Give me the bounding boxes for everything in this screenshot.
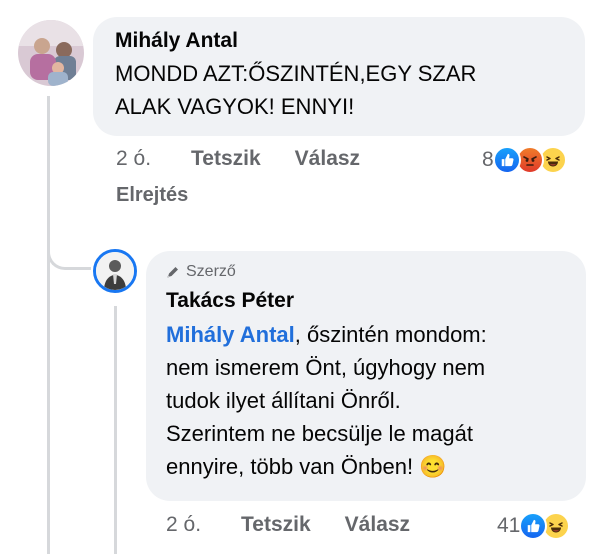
reaction-count: 8 [482, 148, 494, 171]
reply-thread-line [114, 306, 117, 554]
comment-bubble: Mihály Antal MONDD AZT:ŐSZINTÉN,EGY SZAR… [93, 17, 585, 136]
reply-actions: 2 ó. Tetszik Válasz [166, 513, 410, 537]
comment-text-line: ALAK VAGYOK! ENNYI! [115, 94, 355, 119]
pencil-icon [166, 265, 180, 279]
like-icon [492, 146, 521, 174]
author-badge-label: Szerző [186, 263, 236, 280]
author-badge: Szerző [166, 261, 566, 283]
comment-time[interactable]: 2 ó. [116, 147, 151, 171]
reply-text: Mihály Antal, őszintén mondom: nem ismer… [166, 318, 566, 483]
avatar-mihaly-antal[interactable] [18, 20, 84, 86]
reply-button[interactable]: Válasz [295, 147, 360, 171]
reaction-count: 41 [497, 514, 521, 537]
hide-replies-link[interactable]: Elrejtés [116, 184, 188, 207]
comment-author[interactable]: Mihály Antal [115, 27, 563, 55]
reply-text-line: Szerintem ne becsülje le magát [166, 421, 473, 446]
mention-link[interactable]: Mihály Antal [166, 322, 295, 347]
reply-text-line: tudok ilyet állítani Önről. [166, 388, 401, 413]
reply-bubble: Szerző Takács Péter Mihály Antal, őszint… [146, 251, 586, 501]
avatar-takacs-peter[interactable] [93, 249, 137, 293]
reply-reactions[interactable]: 41 [497, 512, 571, 540]
comment-text-line: MONDD AZT:ŐSZINTÉN,EGY SZAR [115, 61, 477, 86]
reply-button[interactable]: Válasz [345, 513, 410, 537]
reply-connector [47, 220, 91, 270]
like-button[interactable]: Tetszik [191, 147, 261, 171]
comment-text: MONDD AZT:ŐSZINTÉN,EGY SZAR ALAK VAGYOK!… [115, 57, 563, 123]
thread-line [47, 96, 50, 554]
reply-author[interactable]: Takács Péter [166, 287, 566, 315]
comment-actions: 2 ó. Tetszik Válasz [116, 147, 360, 171]
reply-text-line: nem ismerem Önt, úgyhogy nem [166, 355, 486, 380]
like-button[interactable]: Tetszik [241, 513, 311, 537]
reply-time[interactable]: 2 ó. [166, 513, 201, 537]
reply-text-line: , őszintén mondom: [294, 322, 487, 347]
like-icon [519, 512, 548, 540]
reply-text-line: ennyire, több van Önben! 😊 [166, 454, 447, 479]
comment-reactions[interactable]: 8 [482, 146, 567, 174]
